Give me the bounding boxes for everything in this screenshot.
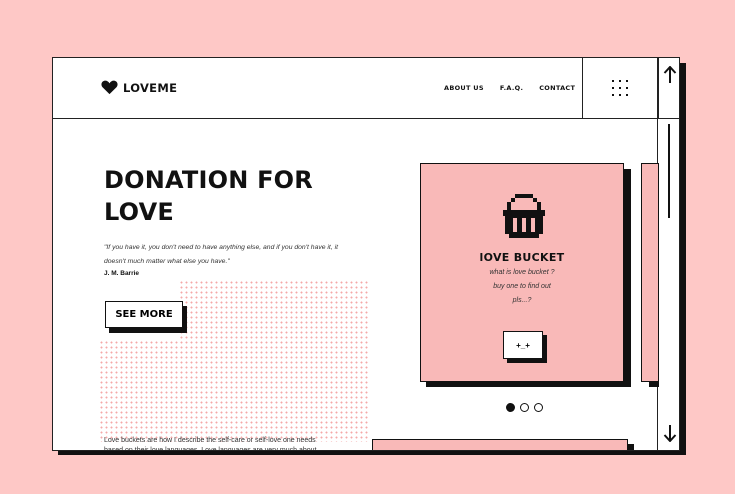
card-text-line2: buy one to find out [493,283,551,290]
arrow-down-icon[interactable] [663,424,677,442]
hero-title-line1: DONATION FOR [104,166,313,194]
pager-dot-1[interactable] [506,403,515,412]
love-bucket-card: lOVE BUCKET what is love bucket ? buy on… [420,163,624,382]
arrow-up-icon[interactable] [663,66,677,84]
carousel-pager [506,403,543,412]
nav-faq[interactable]: F.A.Q. [500,84,523,92]
card-title: lOVE BUCKET [479,251,565,264]
pager-dot-3[interactable] [534,403,543,412]
hero-title: DONATION FOR LOVE [104,164,364,228]
card-text-line3: pls...? [512,297,532,304]
intro-paragraph: Love buckets are how I describe the self… [104,437,317,451]
heart-icon [101,80,118,95]
browser-frame: LOVEME ABOUT US F.A.Q. CONTACT DONATION … [52,57,680,451]
grid-menu-icon [612,80,628,96]
menu-button[interactable] [582,58,659,119]
hero-title-line2: LOVE [104,198,174,226]
card-text-line1: what is love bucket ? [489,269,555,276]
card-action-button[interactable]: +_+ [503,331,543,359]
basket-icon [503,194,545,238]
logo[interactable]: LOVEME [101,80,177,95]
nav-about-us[interactable]: ABOUT US [444,84,484,92]
pager-dot-2[interactable] [520,403,529,412]
brand-name: LOVEME [123,80,178,95]
header: LOVEME ABOUT US F.A.Q. CONTACT [53,58,679,119]
next-card-peek[interactable] [641,163,659,382]
quote-author: J. M. Barrie [104,270,140,277]
nav-contact[interactable]: CONTACT [539,84,575,92]
scroll-column [657,58,679,450]
see-more-button[interactable]: SEE MORE [105,301,183,328]
scrollbar-thumb[interactable] [668,124,670,218]
main-nav: ABOUT US F.A.Q. CONTACT [444,84,575,92]
hero-quote: "If you have it, you don't need to have … [104,244,338,265]
bottom-card-peek[interactable] [372,439,628,450]
